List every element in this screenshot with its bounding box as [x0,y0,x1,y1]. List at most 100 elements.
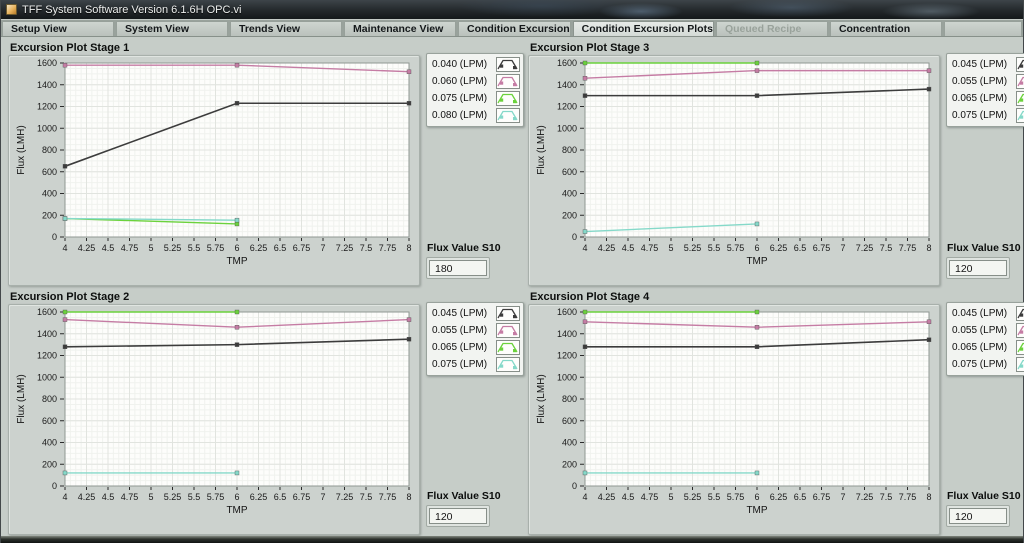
flux-value-label: Flux Value S10 [947,242,1024,254]
x-tick-label: 5.5 [188,492,201,502]
x-tick-label: 7.75 [379,243,397,253]
plot-style-icon[interactable] [496,357,520,372]
legend-item[interactable]: 0.065 (LPM) [432,339,520,356]
side-column: 0.045 (LPM)0.055 (LPM)0.065 (LPM) 0.075 (… [946,40,1024,287]
x-tick-label: 7.5 [360,492,373,502]
flux-value-group: Flux Value S10 120 [946,490,1024,527]
series-marker [235,470,239,474]
y-tick-label: 1400 [37,328,57,338]
plot-style-icon[interactable] [496,57,520,72]
y-tick-label: 1400 [37,80,57,90]
plot-style-icon[interactable] [496,323,520,338]
x-tick-label: 7 [840,492,845,502]
window-title: TFF System Software Version 6.1.6H OPC.v… [22,4,241,16]
y-tick-label: 1600 [557,58,577,68]
plot-style-icon[interactable] [496,91,520,106]
tab-system-view[interactable]: System View [116,21,228,36]
flux-value-bezel: 120 [426,505,490,527]
series-marker [583,319,587,323]
y-axis-label: Flux (LMH) [16,125,27,174]
legend-item[interactable]: 0.075 (LPM) [432,356,520,373]
legend-item[interactable]: 0.060 (LPM) [432,73,520,90]
flux-value-group: Flux Value S10 180 [426,242,524,279]
plot-style-icon[interactable] [1016,74,1024,89]
plot-style-icon[interactable] [496,340,520,355]
series-marker [235,310,239,314]
flux-value-input[interactable]: 120 [949,260,1007,276]
legend-item[interactable]: 0.040 (LPM) [432,56,520,73]
plot-style-icon[interactable] [496,74,520,89]
flux-value-input[interactable]: 180 [429,260,487,276]
plot-style-icon[interactable] [1016,91,1024,106]
y-tick-label: 1000 [37,123,57,133]
plot-style-icon[interactable] [1016,57,1024,72]
plot-style-icon[interactable] [1016,323,1024,338]
legend-item[interactable]: 0.055 (LPM) [952,73,1024,90]
tab-condition-excursion-plots[interactable]: Condition Excursion Plots [573,21,714,36]
legend-item[interactable]: 0.055 (LPM) [952,322,1024,339]
legend-label: 0.065 (LPM) [432,342,487,353]
x-tick-label: 6.5 [794,492,807,502]
flux-value-bezel: 120 [946,505,1010,527]
y-tick-label: 200 [562,459,577,469]
tab-trends-view[interactable]: Trends View [230,21,342,36]
side-column: 0.045 (LPM)0.055 (LPM) 0.065 (LPM) 0.075 (… [426,289,524,536]
series-marker [235,63,239,67]
legend-item[interactable]: 0.055 (LPM) [432,322,520,339]
x-axis-label: TMP [746,505,767,516]
stage-3-section: Excursion Plot Stage 3 44.254.54.7555.25… [526,39,1024,288]
x-tick-label: 6.75 [813,243,831,253]
x-tick-label: 8 [926,492,931,502]
legend-item[interactable]: 0.045 (LPM) [432,305,520,322]
series-marker [407,101,411,105]
x-tick-label: 4.75 [641,243,659,253]
x-tick-label: 5.75 [727,243,745,253]
y-axis-label: Flux (LMH) [536,374,547,423]
legend-item[interactable]: 0.075 (LPM) [432,90,520,107]
x-tick-label: 6.25 [250,243,268,253]
y-tick-label: 1600 [557,307,577,317]
y-tick-label: 800 [562,145,577,155]
x-tick-label: 5.5 [708,243,721,253]
plot-style-icon[interactable] [496,306,520,321]
y-tick-label: 600 [42,167,57,177]
series-marker [63,310,67,314]
legend-item[interactable]: 0.080 (LPM) [432,107,520,124]
plot-style-icon[interactable] [1016,306,1024,321]
plot-title: Excursion Plot Stage 4 [530,291,940,303]
x-tick-label: 6 [234,243,239,253]
flux-value-input[interactable]: 120 [949,508,1007,524]
plot-style-icon[interactable] [1016,340,1024,355]
legend-item[interactable]: 0.075 (LPM) [952,356,1024,373]
legend-item[interactable]: 0.065 (LPM) [952,339,1024,356]
series-marker [755,310,759,314]
y-axis-label: Flux (LMH) [16,374,27,423]
series-marker [407,337,411,341]
legend-item[interactable]: 0.045 (LPM) [952,305,1024,322]
x-tick-label: 7.25 [856,492,874,502]
legend-label: 0.075 (LPM) [952,110,1007,121]
x-tick-label: 5.75 [207,243,225,253]
series-marker [583,470,587,474]
series-marker [755,470,759,474]
series-marker [755,325,759,329]
series-marker [235,325,239,329]
series-marker [927,337,931,341]
legend-item[interactable]: 0.065 (LPM) [952,90,1024,107]
tab-concentration[interactable]: Concentration [830,21,942,36]
tab-maintenance-view[interactable]: Maintenance View [344,21,456,36]
x-tick-label: 4 [582,492,587,502]
flux-value-input[interactable]: 120 [429,508,487,524]
tab-setup-view[interactable]: Setup View [2,21,114,36]
tab-condition-excursion[interactable]: Condition Excursion [458,21,571,36]
x-axis-label: TMP [226,505,247,516]
plot-style-icon[interactable] [496,108,520,123]
plot-style-icon[interactable] [1016,357,1024,372]
x-tick-label: 8 [406,492,411,502]
x-tick-label: 5.25 [164,243,182,253]
plot-style-icon[interactable] [1016,108,1024,123]
plot-legend: 0.040 (LPM)0.060 (LPM)0.075 (LPM)0.080 (… [426,53,524,127]
legend-item[interactable]: 0.075 (LPM) [952,107,1024,124]
legend-item[interactable]: 0.045 (LPM) [952,56,1024,73]
x-tick-label: 5.25 [684,243,702,253]
